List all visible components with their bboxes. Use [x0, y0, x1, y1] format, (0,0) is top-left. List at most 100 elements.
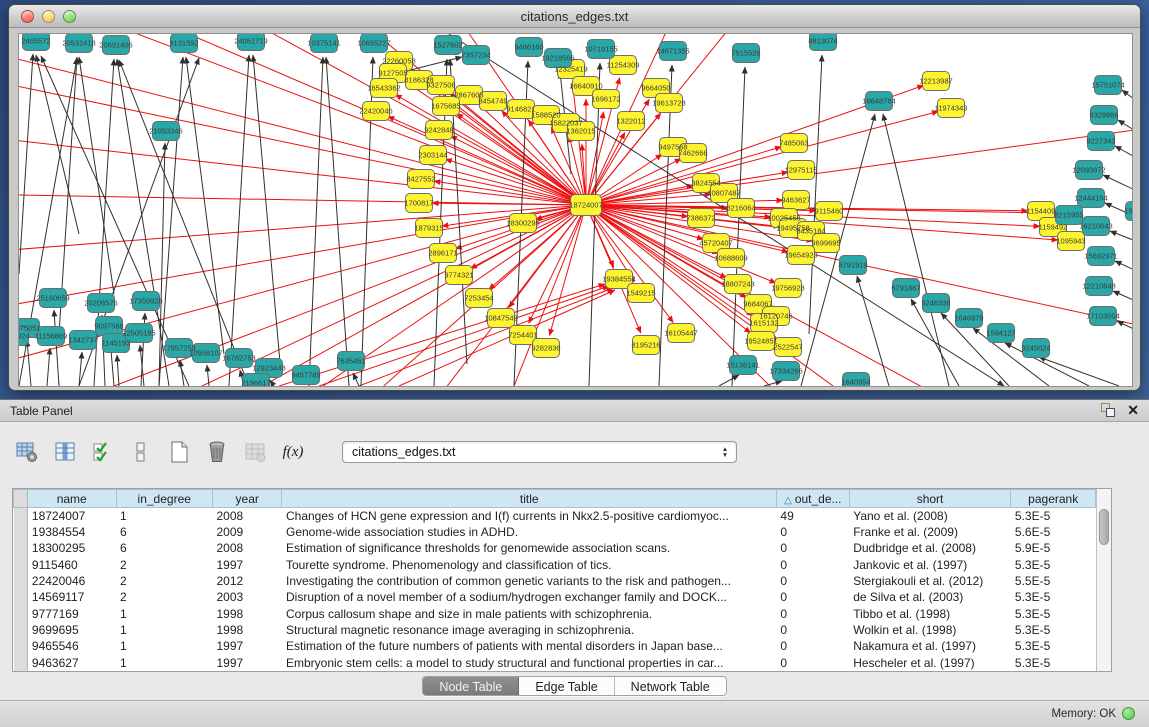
- table-row[interactable]: 911546021997Tourette syndrome. Phenomeno…: [14, 557, 1096, 573]
- table-cell[interactable]: 5.3E-5: [1011, 638, 1096, 654]
- table-row[interactable]: 946554611997Estimation of the future num…: [14, 638, 1096, 654]
- table-cell[interactable]: 49: [776, 508, 849, 524]
- table-cell[interactable]: 2008: [212, 508, 282, 524]
- table-cell[interactable]: 6: [116, 524, 212, 540]
- tab-edge-table[interactable]: Edge Table: [519, 677, 614, 695]
- table-cell[interactable]: 0: [776, 638, 849, 654]
- tab-node-table[interactable]: Node Table: [423, 677, 519, 695]
- table-cell[interactable]: 1998: [212, 622, 282, 638]
- table-scrollbar[interactable]: [1096, 489, 1111, 671]
- table-cell[interactable]: Estimation of the future numbers of pati…: [282, 638, 776, 654]
- table-cell[interactable]: 1998: [212, 606, 282, 622]
- table-cell[interactable]: Hescheler et al. (1997): [849, 655, 1011, 671]
- delete-icon[interactable]: [204, 439, 230, 465]
- table-cell[interactable]: 5.3E-5: [1011, 606, 1096, 622]
- table-cell[interactable]: 22420046: [27, 573, 116, 589]
- table-row[interactable]: 977716911998Corpus callosum shape and si…: [14, 606, 1096, 622]
- table-cell[interactable]: Dudbridge et al. (2008): [849, 540, 1011, 556]
- column-header-pagerank[interactable]: pagerank: [1011, 490, 1096, 508]
- column-header-name[interactable]: name: [27, 490, 116, 508]
- table-cell[interactable]: 0: [776, 606, 849, 622]
- table-options-icon[interactable]: [14, 439, 40, 465]
- table-cell[interactable]: 9699695: [27, 622, 116, 638]
- table-cell[interactable]: 1997: [212, 638, 282, 654]
- column-header-year[interactable]: year: [212, 490, 282, 508]
- rows-icon[interactable]: [128, 439, 154, 465]
- table-cell[interactable]: Investigating the contribution of common…: [282, 573, 776, 589]
- table-cell[interactable]: 1997: [212, 655, 282, 671]
- table-row[interactable]: 969969511998Structural magnetic resonanc…: [14, 622, 1096, 638]
- table-row[interactable]: 946362711997Embryonic stem cells: a mode…: [14, 655, 1096, 671]
- table-cell[interactable]: 1: [116, 638, 212, 654]
- table-cell[interactable]: 5.3E-5: [1011, 589, 1096, 605]
- table-cell[interactable]: 5.3E-5: [1011, 557, 1096, 573]
- memory-indicator[interactable]: Memory: OK: [1051, 707, 1135, 720]
- table-cell[interactable]: 2008: [212, 540, 282, 556]
- table-cell[interactable]: 2012: [212, 573, 282, 589]
- table-cell[interactable]: 0: [776, 524, 849, 540]
- select-columns-icon[interactable]: [90, 439, 116, 465]
- table-cell[interactable]: Tourette syndrome. Phenomenology and cla…: [282, 557, 776, 573]
- table-cell[interactable]: Changes of HCN gene expression and I(f) …: [282, 508, 776, 524]
- table-cell[interactable]: Corpus callosum shape and size in male p…: [282, 606, 776, 622]
- table-cell[interactable]: 1: [116, 655, 212, 671]
- table-row[interactable]: 2242004622012Investigating the contribut…: [14, 573, 1096, 589]
- table-cell[interactable]: Estimation of significance thresholds fo…: [282, 540, 776, 556]
- table-cell[interactable]: Genome-wide association studies in ADHD.: [282, 524, 776, 540]
- table-row[interactable]: 1830029562008Estimation of significance …: [14, 540, 1096, 556]
- table-cell[interactable]: 1997: [212, 557, 282, 573]
- table-row[interactable]: 1456911722003Disruption of a novel membe…: [14, 589, 1096, 605]
- table-cell[interactable]: Embryonic stem cells: a model to study s…: [282, 655, 776, 671]
- table-cell[interactable]: 9465546: [27, 638, 116, 654]
- table-row[interactable]: 1872400712008Changes of HCN gene express…: [14, 508, 1096, 524]
- column-header-in_degree[interactable]: in_degree: [116, 490, 212, 508]
- table-cell[interactable]: Nakamura et al. (1997): [849, 638, 1011, 654]
- table-cell[interactable]: 1: [116, 508, 212, 524]
- table-cell[interactable]: Jankovic et al. (1997): [849, 557, 1011, 573]
- table-cell[interactable]: 19384554: [27, 524, 116, 540]
- close-panel-icon[interactable]: ✕: [1127, 403, 1139, 417]
- table-cell[interactable]: 1: [116, 622, 212, 638]
- table-cell[interactable]: 5.9E-5: [1011, 540, 1096, 556]
- function-builder-icon[interactable]: f(x): [280, 439, 306, 465]
- table-cell[interactable]: 5.3E-5: [1011, 508, 1096, 524]
- column-header-out_de[interactable]: △out_de...: [776, 490, 849, 508]
- table-cell[interactable]: de Silva et al. (2003): [849, 589, 1011, 605]
- column-header-title[interactable]: title: [282, 490, 776, 508]
- table-cell[interactable]: 18724007: [27, 508, 116, 524]
- tab-network-table[interactable]: Network Table: [615, 677, 726, 695]
- table-cell[interactable]: 0: [776, 540, 849, 556]
- table-cell[interactable]: 1: [116, 606, 212, 622]
- table-cell[interactable]: 2003: [212, 589, 282, 605]
- window-titlebar[interactable]: citations_edges.txt: [9, 5, 1140, 28]
- table-cell[interactable]: 0: [776, 557, 849, 573]
- table-cell[interactable]: Tibbo et al. (1998): [849, 606, 1011, 622]
- column-header-short[interactable]: short: [849, 490, 1011, 508]
- table-cell[interactable]: 5.5E-5: [1011, 573, 1096, 589]
- table-cell[interactable]: 9777169: [27, 606, 116, 622]
- node-table-grid[interactable]: namein_degreeyeartitle△out_de...shortpag…: [13, 489, 1096, 671]
- table-cell[interactable]: 18300295: [27, 540, 116, 556]
- table-cell[interactable]: Structural magnetic resonance image aver…: [282, 622, 776, 638]
- float-panel-icon[interactable]: [1101, 403, 1115, 417]
- scrollbar-thumb[interactable]: [1099, 509, 1109, 545]
- table-cell[interactable]: 2: [116, 557, 212, 573]
- table-cell[interactable]: Yano et al. (2008): [849, 508, 1011, 524]
- table-cell[interactable]: 2: [116, 573, 212, 589]
- table-cell[interactable]: 5.3E-5: [1011, 622, 1096, 638]
- table-cell[interactable]: Disruption of a novel member of a sodium…: [282, 589, 776, 605]
- table-cell[interactable]: Stergiakouli et al. (2012): [849, 573, 1011, 589]
- table-cell[interactable]: Wolkin et al. (1998): [849, 622, 1011, 638]
- table-selector-dropdown[interactable]: citations_edges.txt ▲▼: [342, 441, 737, 463]
- table-cell[interactable]: Franke et al. (2009): [849, 524, 1011, 540]
- table-row[interactable]: 1938455462009Genome-wide association stu…: [14, 524, 1096, 540]
- table-cell[interactable]: 6: [116, 540, 212, 556]
- column-visibility-icon[interactable]: [52, 439, 78, 465]
- table-cell[interactable]: 0: [776, 573, 849, 589]
- table-cell[interactable]: 9115460: [27, 557, 116, 573]
- table-cell[interactable]: 0: [776, 589, 849, 605]
- table-cell[interactable]: 2009: [212, 524, 282, 540]
- table-cell[interactable]: 0: [776, 622, 849, 638]
- table-cell[interactable]: 9463627: [27, 655, 116, 671]
- network-canvas[interactable]: 1872400722260058912750581863281654336293…: [18, 33, 1133, 387]
